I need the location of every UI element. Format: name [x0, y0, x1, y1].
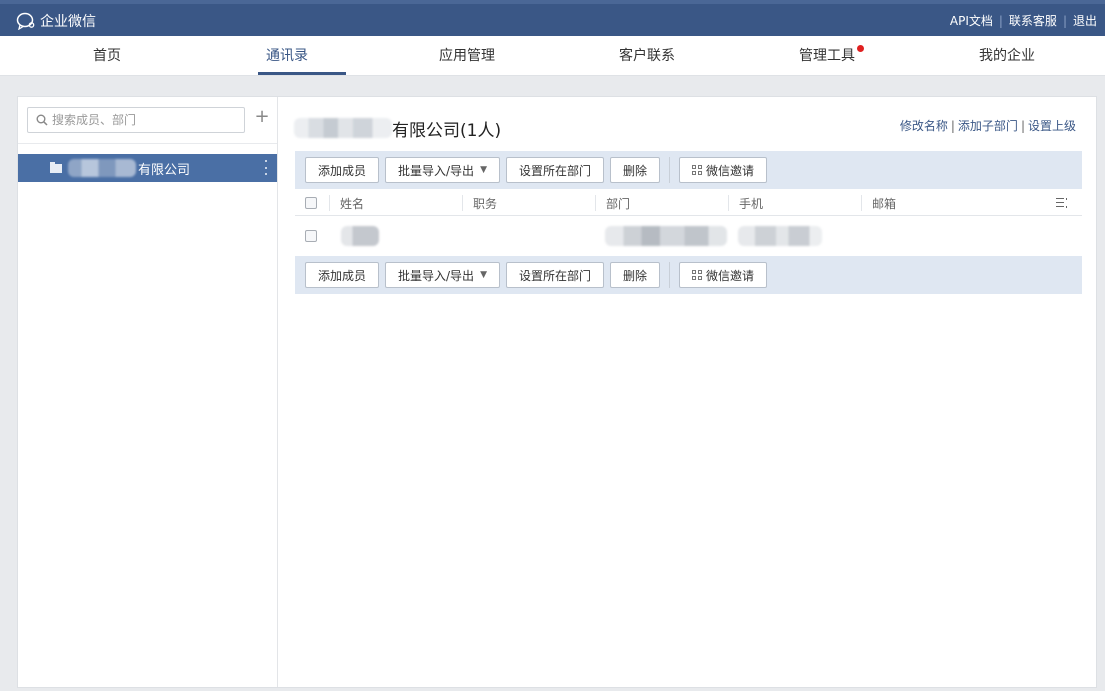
add-subdepartment-link[interactable]: 添加子部门: [958, 117, 1018, 134]
api-docs-link[interactable]: API文档: [950, 12, 993, 29]
folder-icon: [50, 161, 62, 173]
toolbar-divider: [669, 157, 671, 183]
logout-link[interactable]: 退出: [1073, 12, 1097, 29]
redacted-name: [341, 226, 379, 246]
add-member-button[interactable]: 添加成员: [305, 157, 380, 183]
separator: |: [1020, 118, 1025, 133]
app-title: 企业微信: [40, 14, 96, 30]
table-row[interactable]: [295, 216, 1082, 256]
rename-link[interactable]: 修改名称: [900, 117, 948, 134]
active-tab-underline: [258, 72, 346, 75]
search-icon: [36, 114, 48, 126]
nav-customer-contact[interactable]: 客户联系: [557, 36, 737, 76]
more-options-icon[interactable]: [265, 160, 268, 175]
redacted-text: [294, 118, 392, 138]
tree-item-label: 有限公司: [138, 162, 191, 178]
column-settings-icon[interactable]: [1056, 196, 1068, 210]
redacted-phone: [738, 226, 822, 246]
nav-management-tools[interactable]: 管理工具: [737, 36, 917, 76]
button-label: 批量导入/导出: [398, 163, 475, 178]
member-table: 姓名 职务 部门 手机 邮箱: [295, 190, 1082, 256]
divider: [18, 143, 277, 144]
chat-bubble-icon: [16, 12, 35, 30]
nav-label: 首页: [93, 48, 121, 64]
contact-support-link[interactable]: 联系客服: [1009, 12, 1057, 29]
qr-code-icon: [692, 270, 703, 280]
row-checkbox[interactable]: [305, 230, 317, 242]
add-member-button[interactable]: 添加成员: [305, 262, 380, 288]
search-box[interactable]: [27, 107, 245, 133]
dropdown-caret-icon: ▼: [480, 165, 487, 175]
nav-label: 我的企业: [979, 48, 1035, 64]
column-header-department[interactable]: 部门: [606, 195, 630, 212]
nav-label: 客户联系: [619, 48, 675, 64]
tree-item-company[interactable]: 有限公司: [18, 154, 277, 182]
wechat-invite-button[interactable]: 微信邀请: [679, 157, 768, 183]
select-all-checkbox[interactable]: [305, 197, 317, 209]
set-department-button[interactable]: 设置所在部门: [505, 157, 604, 183]
delete-button[interactable]: 删除: [610, 157, 661, 183]
department-sidebar: + 有限公司: [18, 97, 278, 687]
column-header-title[interactable]: 职务: [473, 195, 497, 212]
member-toolbar-top: 添加成员 批量导入/导出 ▼ 设置所在部门 删除 微信邀请: [295, 151, 1082, 189]
add-department-button[interactable]: +: [254, 108, 270, 126]
member-toolbar-bottom: 添加成员 批量导入/导出 ▼ 设置所在部门 删除 微信邀请: [295, 256, 1082, 294]
app-logo[interactable]: 企业微信: [16, 10, 96, 32]
nav-home[interactable]: 首页: [17, 36, 197, 76]
batch-import-export-button[interactable]: 批量导入/导出 ▼: [385, 262, 500, 288]
search-input[interactable]: [52, 113, 232, 127]
set-parent-link[interactable]: 设置上级: [1028, 117, 1076, 134]
toolbar-divider: [669, 262, 671, 288]
nav-label: 通讯录: [266, 48, 308, 64]
contacts-panel: + 有限公司 有限公司(1人) 修改名称 | 添加子部门 | 设置上级 添加成员…: [17, 96, 1097, 688]
separator: |: [998, 13, 1003, 28]
department-title-row: 有限公司(1人): [294, 115, 501, 141]
wechat-invite-button[interactable]: 微信邀请: [679, 262, 768, 288]
button-label: 微信邀请: [706, 268, 755, 283]
column-header-phone[interactable]: 手机: [739, 195, 763, 212]
batch-import-export-button[interactable]: 批量导入/导出 ▼: [385, 157, 500, 183]
department-title: 有限公司(1人): [392, 120, 502, 141]
set-department-button[interactable]: 设置所在部门: [505, 262, 604, 288]
nav-my-enterprise[interactable]: 我的企业: [917, 36, 1097, 76]
column-header-name[interactable]: 姓名: [340, 195, 364, 212]
main-nav: 首页 通讯录 应用管理 客户联系 管理工具 我的企业: [0, 36, 1105, 76]
notification-dot: [857, 45, 864, 52]
nav-label: 应用管理: [439, 48, 495, 64]
delete-button[interactable]: 删除: [610, 262, 661, 288]
top-bar: 企业微信 API文档 | 联系客服 | 退出: [0, 0, 1105, 36]
top-links: API文档 | 联系客服 | 退出: [950, 12, 1097, 29]
nav-label: 管理工具: [799, 48, 855, 64]
separator: |: [950, 118, 955, 133]
dropdown-caret-icon: ▼: [480, 270, 487, 280]
button-label: 微信邀请: [706, 163, 755, 178]
department-detail: 有限公司(1人) 修改名称 | 添加子部门 | 设置上级 添加成员 批量导入/导…: [279, 97, 1096, 687]
redacted-text: [68, 159, 136, 177]
nav-contacts[interactable]: 通讯录: [197, 36, 377, 76]
redacted-department: [605, 226, 727, 246]
qr-code-icon: [692, 165, 703, 175]
column-header-email[interactable]: 邮箱: [872, 195, 896, 212]
separator: |: [1062, 13, 1067, 28]
table-header: 姓名 职务 部门 手机 邮箱: [295, 190, 1082, 216]
department-actions: 修改名称 | 添加子部门 | 设置上级: [900, 117, 1076, 134]
nav-app-management[interactable]: 应用管理: [377, 36, 557, 76]
button-label: 批量导入/导出: [398, 268, 475, 283]
